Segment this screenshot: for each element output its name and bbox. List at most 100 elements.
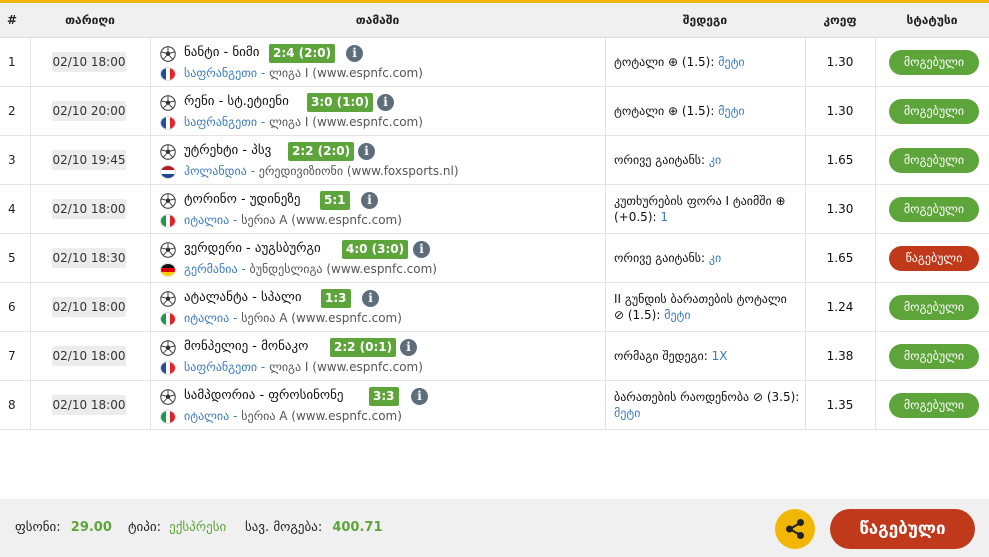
soccer-ball-icon	[160, 144, 176, 160]
status-badge: მოგებული	[889, 393, 979, 418]
match-score-badge: 4:0 (3:0)	[342, 240, 409, 259]
column-divider	[605, 283, 606, 331]
column-divider	[30, 381, 31, 429]
table-row: 3 02/10 19:45 უტრეხტი - პსვ 2:2 (2:0) i …	[0, 136, 989, 185]
match-date: 02/10 18:30	[52, 248, 126, 268]
league-separator: -	[260, 115, 270, 129]
coefficient: 1.30	[826, 202, 854, 216]
country-name[interactable]: იტალია	[184, 409, 229, 423]
result-lost-button[interactable]: წაგებული	[830, 509, 975, 549]
country-name[interactable]: იტალია	[184, 311, 229, 325]
info-icon[interactable]: i	[411, 388, 428, 405]
match-title[interactable]: სამპდორია - ფროსინონე	[184, 387, 344, 405]
coefficient: 1.30	[826, 55, 854, 69]
column-divider	[150, 381, 151, 429]
column-divider	[605, 136, 606, 184]
bet-rows: 1 02/10 18:00 ნანტი - ნიმი 2:4 (2:0) i ს…	[0, 38, 989, 430]
info-icon[interactable]: i	[346, 45, 363, 62]
league-info: იტალია - სერია A (www.espnfc.com)	[184, 408, 402, 425]
soccer-ball-icon	[160, 193, 176, 209]
status-badge: მოგებული	[889, 197, 979, 222]
column-divider	[150, 185, 151, 233]
match-score-badge: 5:1	[320, 191, 350, 210]
country-name[interactable]: გერმანია	[184, 262, 238, 276]
bet-pick: ორივე გაიტანს: კი	[614, 152, 800, 168]
column-divider	[150, 87, 151, 135]
match-title[interactable]: მონპელიე - მონაკო	[184, 338, 308, 356]
table-row: 1 02/10 18:00 ნანტი - ნიმი 2:4 (2:0) i ს…	[0, 38, 989, 87]
header-date: თარიღი	[65, 13, 115, 27]
league-info: იტალია - სერია A (www.espnfc.com)	[184, 212, 402, 229]
row-number: 3	[8, 153, 16, 167]
pick-value: მეტი	[664, 308, 691, 322]
match-title[interactable]: ვერდერი - აუგსბურგი	[184, 240, 321, 258]
match-date: 02/10 18:00	[52, 52, 126, 72]
column-divider	[150, 332, 151, 380]
match-title[interactable]: ატალანტა - სპალი	[184, 289, 302, 307]
pick-value: მეტი	[718, 104, 745, 118]
pick-market: ბარათების რაოდენობა ⊘ (3.5):	[614, 390, 800, 404]
country-name[interactable]: საფრანგეთი	[184, 360, 257, 374]
column-divider	[875, 38, 876, 86]
bet-pick: კუთხურების ფორა I ტაიმში ⊕ (+0.5): 1	[614, 193, 800, 225]
info-icon[interactable]: i	[361, 192, 378, 209]
country-flag-icon	[160, 67, 176, 81]
match-score-badge: 1:3	[321, 289, 351, 308]
league-info: საფრანგეთი - ლიგა I (www.espnfc.com)	[184, 65, 423, 82]
coefficient: 1.65	[826, 153, 854, 167]
league-info: საფრანგეთი - ლიგა I (www.espnfc.com)	[184, 359, 423, 376]
league-separator: -	[260, 360, 270, 374]
match-date: 02/10 18:00	[52, 346, 126, 366]
match-title[interactable]: ნანტი - ნიმი	[184, 44, 259, 62]
country-name[interactable]: საფრანგეთი	[184, 115, 257, 129]
info-icon[interactable]: i	[413, 241, 430, 258]
country-name[interactable]: საფრანგეთი	[184, 66, 257, 80]
header-match: თამაში	[355, 13, 400, 27]
info-icon[interactable]: i	[377, 94, 394, 111]
match-date: 02/10 18:00	[52, 297, 126, 317]
league-info: საფრანგეთი - ლიგა I (www.espnfc.com)	[184, 114, 423, 131]
status-badge: წაგებული	[889, 246, 979, 271]
column-divider	[875, 381, 876, 429]
share-button[interactable]	[775, 509, 815, 549]
table-row: 2 02/10 20:00 რენი - სტ.ეტიენი 3:0 (1:0)…	[0, 87, 989, 136]
country-flag-icon	[160, 116, 176, 130]
bet-pick: ორივე გაიტანს: კი	[614, 250, 800, 266]
info-icon[interactable]: i	[362, 290, 379, 307]
bet-type-label: ტიპი:	[128, 520, 161, 535]
match-date: 02/10 19:45	[52, 150, 126, 170]
info-icon[interactable]: i	[400, 339, 417, 356]
row-number: 4	[8, 202, 16, 216]
pick-value: 1X	[711, 349, 728, 363]
match-title[interactable]: ტორინო - უდინეზე	[184, 191, 300, 209]
column-divider	[30, 87, 31, 135]
stake-value: 29.00	[70, 520, 112, 535]
column-divider	[30, 283, 31, 331]
pick-market: ორმაგი შედეგი:	[614, 349, 708, 363]
column-divider	[875, 234, 876, 282]
table-row: 7 02/10 18:00 მონპელიე - მონაკო 2:2 (0:1…	[0, 332, 989, 381]
bet-type-value: ექსპრესი	[169, 520, 227, 535]
country-name[interactable]: ჰოლანდია	[184, 164, 247, 178]
match-title[interactable]: რენი - სტ.ეტიენი	[184, 93, 289, 111]
country-flag-icon	[160, 410, 176, 424]
country-name[interactable]: იტალია	[184, 213, 229, 227]
header-coef: კოეფ	[823, 13, 857, 27]
match-score-badge: 2:4 (2:0)	[269, 44, 336, 63]
country-flag-icon	[160, 263, 176, 277]
league-name: ერედივიზიონი (www.foxsports.nl)	[258, 164, 459, 178]
match-title[interactable]: უტრეხტი - პსვ	[184, 142, 271, 160]
info-icon[interactable]: i	[358, 143, 375, 160]
column-divider	[150, 283, 151, 331]
potential-win-value: 400.71	[332, 520, 383, 535]
column-divider	[30, 185, 31, 233]
league-info: ჰოლანდია - ერედივიზიონი (www.foxsports.n…	[184, 163, 459, 180]
column-divider	[150, 234, 151, 282]
column-divider	[605, 381, 606, 429]
pick-value: კი	[708, 251, 722, 265]
bet-pick: ორმაგი შედეგი: 1X	[614, 348, 800, 364]
soccer-ball-icon	[160, 389, 176, 405]
league-name: ბუნდესლიგა (www.espnfc.com)	[249, 262, 437, 276]
soccer-ball-icon	[160, 95, 176, 111]
coefficient: 1.65	[826, 251, 854, 265]
